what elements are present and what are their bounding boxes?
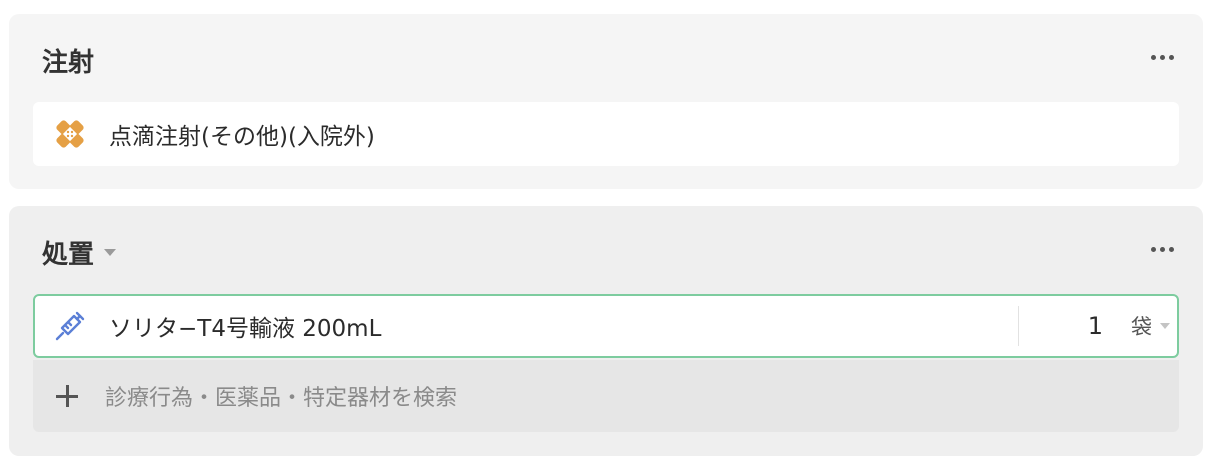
search-placeholder: 診療行為・医薬品・特定器材を検索 <box>105 386 458 411</box>
chevron-down-icon <box>104 248 117 256</box>
more-dot <box>1159 246 1165 252</box>
quantity-input[interactable]: 1 <box>1033 312 1103 340</box>
section-title-injection: 注射 <box>42 47 95 78</box>
more-dot <box>1159 54 1165 60</box>
procedure-section: 処置 ソリタ−T4号輸液 200mL 1 袋 診療行為・医薬品・特定器材を検索 <box>9 206 1203 456</box>
injection-section: 注射 点滴注射(その他)(入院外) <box>9 14 1203 189</box>
plus-icon <box>55 384 79 408</box>
unit-label: 袋 <box>1131 315 1152 339</box>
bandage-cross-icon <box>51 115 89 153</box>
injection-item-label: 点滴注射(その他)(入院外) <box>109 124 375 150</box>
more-dot <box>1168 246 1174 252</box>
search-add-row[interactable]: 診療行為・医薬品・特定器材を検索 <box>33 360 1179 432</box>
more-options-button[interactable] <box>1145 42 1179 72</box>
drug-item-card[interactable]: ソリタ−T4号輸液 200mL 1 袋 <box>33 294 1179 358</box>
unit-select[interactable]: 袋 <box>1131 311 1170 341</box>
chevron-down-icon <box>1160 323 1170 329</box>
more-options-button[interactable] <box>1145 234 1179 264</box>
injection-item-card[interactable]: 点滴注射(その他)(入院外) <box>33 102 1179 166</box>
more-horizontal-icon <box>1150 246 1156 252</box>
section-title-procedure[interactable]: 処置 <box>42 234 117 270</box>
quantity-area: 1 袋 <box>1018 306 1177 346</box>
procedure-title-text: 処置 <box>42 239 95 270</box>
more-horizontal-icon <box>1150 54 1156 60</box>
drug-item-label: ソリタ−T4号輸液 200mL <box>109 316 382 342</box>
syringe-icon <box>51 307 89 345</box>
more-dot <box>1168 54 1174 60</box>
